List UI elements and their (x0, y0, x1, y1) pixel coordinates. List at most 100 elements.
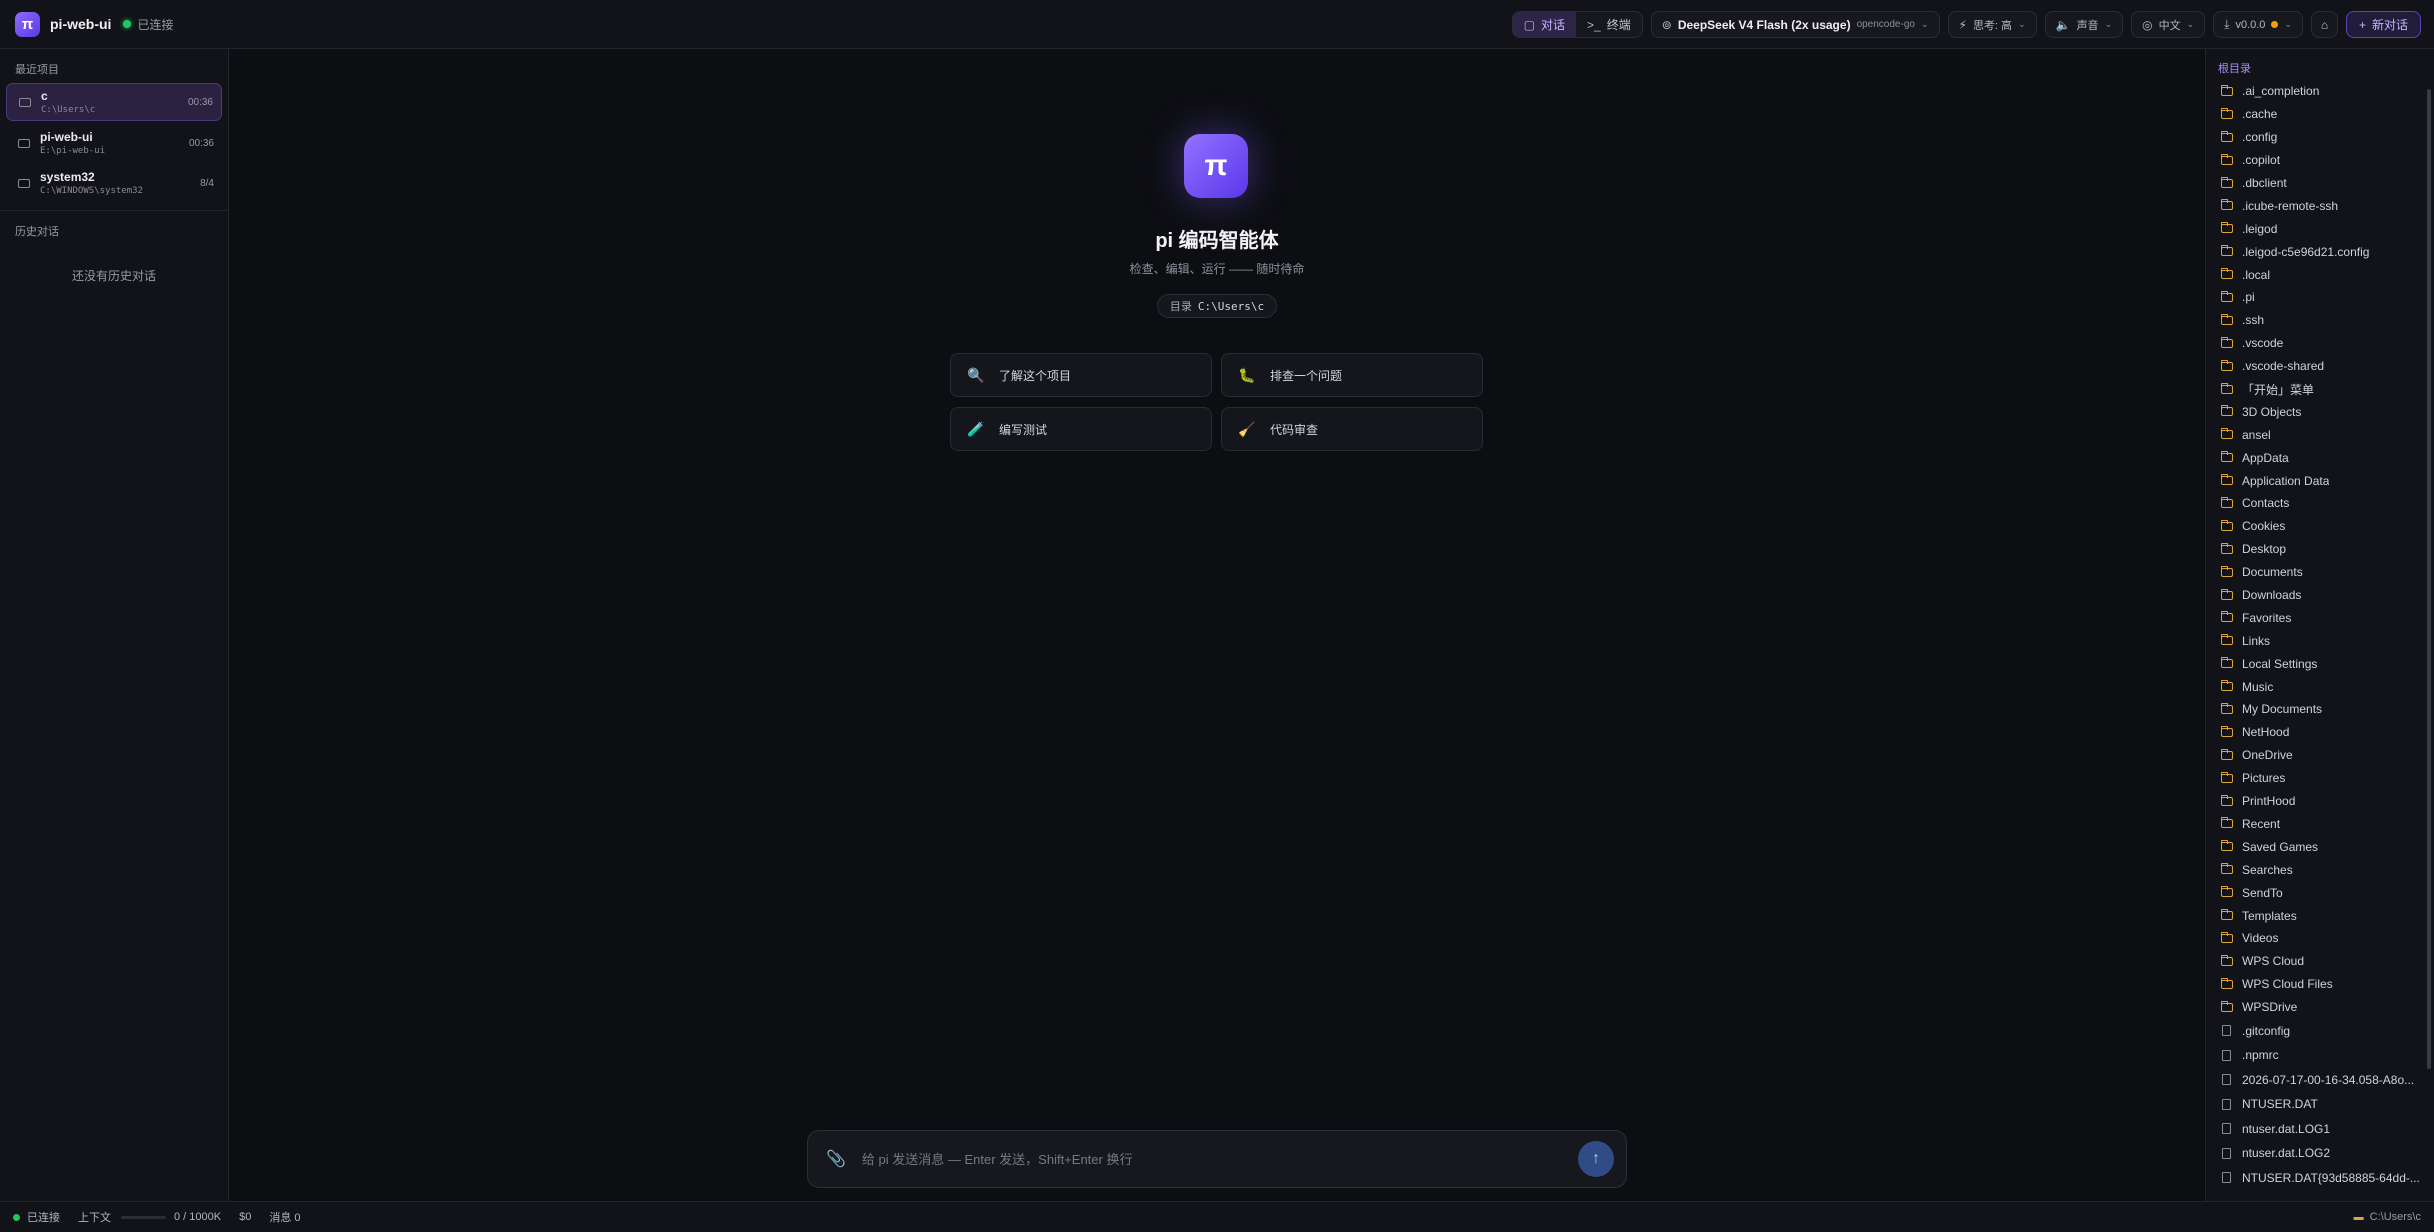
project-name: c (41, 89, 48, 103)
folder-item[interactable]: Desktop (2206, 538, 2434, 561)
folder-item[interactable]: Links (2206, 629, 2434, 652)
update-button[interactable]: ⤓ v0.0.0 ⌄ (2213, 11, 2303, 38)
folder-item[interactable]: Templates (2206, 904, 2434, 927)
folder-item[interactable]: .vscode-shared (2206, 355, 2434, 378)
tab-terminal[interactable]: >_ 终端 (1576, 12, 1642, 37)
status-bar: 已连接 上下文 0 / 1000K $0 消息 0 ▬ C:\Users\c (0, 1201, 2434, 1232)
folder-name: .local (2242, 267, 2271, 282)
thinking-selector[interactable]: ⚡ 思考: 高 ⌄ (1947, 11, 2037, 38)
github-button[interactable]: ⌂ (2310, 11, 2338, 38)
file-item[interactable]: ntuser.dat.LOG1 (2206, 1117, 2434, 1142)
folder-item[interactable]: .ssh (2206, 309, 2434, 332)
folder-item[interactable]: Application Data (2206, 469, 2434, 492)
sound-selector[interactable]: 🔈 声音 ⌄ (2044, 11, 2124, 38)
suggestion-understand-project[interactable]: 🔍 了解这个项目 (950, 353, 1212, 397)
folder-name: Recent (2242, 816, 2281, 831)
paperclip-icon[interactable]: 📎 (826, 1149, 846, 1169)
folder-item[interactable]: Local Settings (2206, 652, 2434, 675)
file-name: ntuser.dat.LOG1 (2242, 1121, 2331, 1136)
folder-item[interactable]: ansel (2206, 423, 2434, 446)
folder-name: PrintHood (2242, 794, 2296, 809)
directory-label: 目录 (1169, 301, 1192, 313)
folder-item[interactable]: .leigod-c5e96d21.config (2206, 240, 2434, 263)
folder-item[interactable]: WPS Cloud (2206, 950, 2434, 973)
folder-item[interactable]: Music (2206, 675, 2434, 698)
folder-name: Documents (2242, 565, 2303, 580)
folder-name: .vscode (2242, 336, 2284, 351)
root-directory-label[interactable]: 根目录 (2206, 49, 2434, 80)
project-item-c[interactable]: c C:\Users\c 00:36 (6, 83, 222, 121)
file-item[interactable]: NTUSER.DAT{93d58885-64dd-... (2206, 1166, 2434, 1191)
directory-row: 目录 C:\Users\c (229, 294, 2205, 318)
folder-item[interactable]: AppData (2206, 446, 2434, 469)
chevron-down-icon: ⌄ (2284, 19, 2292, 29)
folder-item[interactable]: .cache (2206, 103, 2434, 126)
send-button[interactable]: ↑ (1578, 1141, 1614, 1177)
folder-item[interactable]: PrintHood (2206, 790, 2434, 813)
project-item-pi-web-ui[interactable]: pi-web-ui E:\pi-web-ui 00:36 (6, 124, 222, 162)
folder-item[interactable]: Videos (2206, 927, 2434, 950)
model-name: DeepSeek V4 Flash (2x usage) (1677, 17, 1851, 32)
directory-badge: 目录 C:\Users\c (1156, 294, 1278, 318)
folder-item[interactable]: .dbclient (2206, 172, 2434, 195)
folder-item[interactable]: .ai_completion (2206, 80, 2434, 103)
file-item[interactable]: ntuser.dat.LOG2 (2206, 1141, 2434, 1166)
file-icon (2222, 1147, 2231, 1159)
language-selector[interactable]: ◎ 中文 ⌄ (2131, 11, 2206, 38)
folder-item[interactable]: Contacts (2206, 492, 2434, 515)
folder-name: SendTo (2242, 885, 2283, 900)
status-connection-label: 已连接 (27, 1212, 60, 1224)
left-sidebar: 最近项目 c C:\Users\c 00:36 pi-web-ui E:\pi-… (0, 49, 229, 1201)
app-logo: π (15, 11, 40, 37)
folder-item[interactable]: .local (2206, 263, 2434, 286)
folder-item[interactable]: NetHood (2206, 721, 2434, 744)
folder-item[interactable]: Searches (2206, 858, 2434, 881)
folder-name: .vscode-shared (2242, 359, 2325, 374)
folder-item[interactable]: My Documents (2206, 698, 2434, 721)
folder-item[interactable]: 3D Objects (2206, 400, 2434, 423)
file-item[interactable]: 2026-07-17-00-16-34.058-A8o... (2206, 1068, 2434, 1093)
folder-item[interactable]: Pictures (2206, 767, 2434, 790)
file-tree-scrollbar[interactable] (2427, 89, 2431, 1069)
file-icon (2222, 1049, 2231, 1061)
folder-item[interactable]: WPSDrive (2206, 996, 2434, 1019)
folder-item[interactable]: SendTo (2206, 881, 2434, 904)
folder-icon (2221, 474, 2233, 486)
new-chat-button[interactable]: + 新对话 (2345, 11, 2421, 38)
folder-item[interactable]: 「开始」菜单 (2206, 378, 2434, 401)
folder-icon (2221, 428, 2233, 440)
folder-item[interactable]: .leigod (2206, 217, 2434, 240)
context-progress-bar (121, 1215, 166, 1219)
folder-item[interactable]: WPS Cloud Files (2206, 973, 2434, 996)
lightning-icon: ⚡ (1958, 17, 1967, 32)
file-item[interactable]: .npmrc (2206, 1043, 2434, 1068)
folder-item[interactable]: .config (2206, 126, 2434, 149)
suggestion-write-tests[interactable]: 🧪 编写测试 (950, 407, 1212, 451)
folder-item[interactable]: Downloads (2206, 584, 2434, 607)
folder-name: AppData (2242, 450, 2289, 465)
folder-item[interactable]: .pi (2206, 286, 2434, 309)
suggestion-debug-issue[interactable]: 🐛 排查一个问题 (1221, 353, 1483, 397)
tab-chat[interactable]: ▢ 对话 (1512, 12, 1577, 37)
folder-item[interactable]: .vscode (2206, 332, 2434, 355)
folder-icon (19, 97, 31, 107)
suggestion-code-review[interactable]: 🧹 代码审查 (1221, 407, 1483, 451)
folder-item[interactable]: Saved Games (2206, 835, 2434, 858)
folder-item[interactable]: Favorites (2206, 606, 2434, 629)
folder-item[interactable]: Recent (2206, 813, 2434, 836)
chevron-down-icon: ⌄ (1920, 19, 1929, 29)
message-input[interactable] (861, 1151, 1578, 1167)
file-item[interactable]: .gitconfig (2206, 1019, 2434, 1044)
update-dot-icon (2271, 21, 2279, 28)
folder-name: Templates (2242, 908, 2297, 923)
folder-item[interactable]: Cookies (2206, 515, 2434, 538)
folder-item[interactable]: Documents (2206, 561, 2434, 584)
model-selector[interactable]: ⊚ DeepSeek V4 Flash (2x usage) opencode-… (1650, 11, 1940, 38)
connection-status: 已连接 (123, 16, 173, 33)
folder-item[interactable]: .copilot (2206, 149, 2434, 172)
folder-name: 3D Objects (2242, 404, 2302, 419)
file-item[interactable]: NTUSER.DAT (2206, 1092, 2434, 1117)
folder-item[interactable]: .icube-remote-ssh (2206, 194, 2434, 217)
project-item-system32[interactable]: system32 C:\WINDOWS\system32 8/4 (6, 164, 222, 202)
folder-item[interactable]: OneDrive (2206, 744, 2434, 767)
